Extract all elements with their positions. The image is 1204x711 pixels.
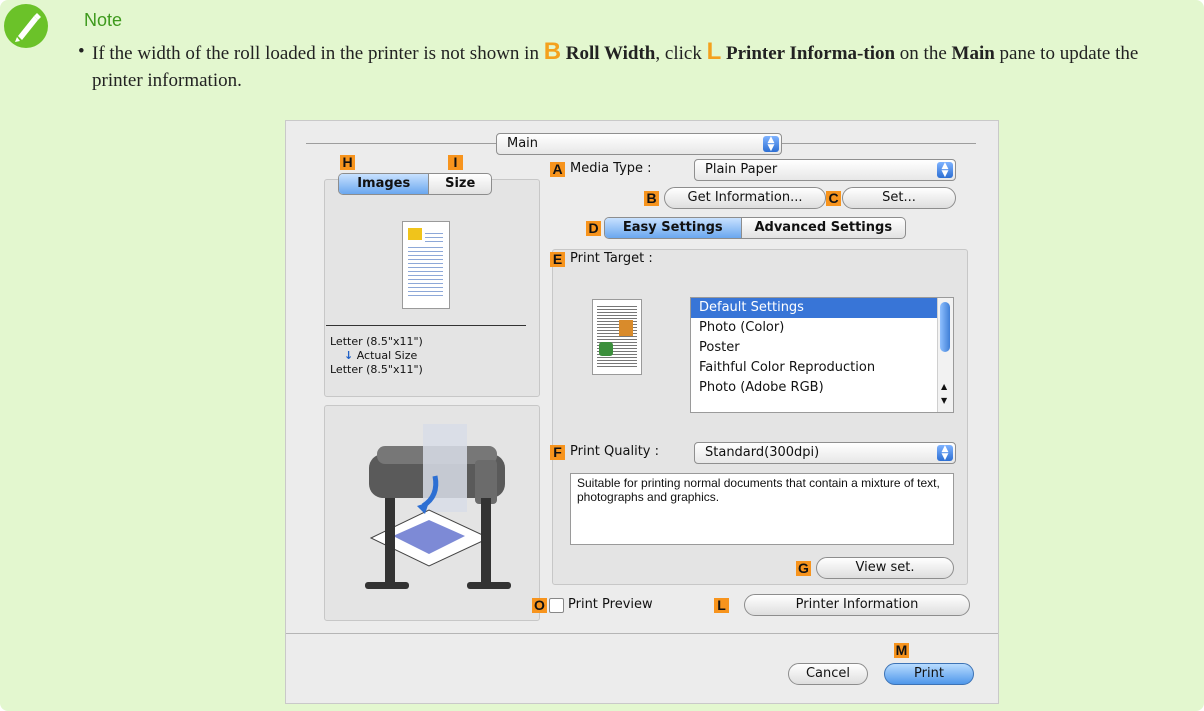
note-title: Note <box>84 10 123 30</box>
print-preview-label: Print Preview <box>568 597 653 612</box>
list-item[interactable]: Photo (Color) <box>691 318 953 338</box>
label-c: C <box>826 191 841 206</box>
note-box: Note • If the width of the roll loaded i… <box>0 0 1204 711</box>
printer-illustration-panel <box>324 405 540 621</box>
scroll-thumb[interactable] <box>940 302 950 352</box>
divider <box>286 633 998 634</box>
label-a: A <box>550 162 565 177</box>
divider <box>780 143 976 144</box>
settings-tabs: Easy Settings Advanced Settings <box>604 217 906 239</box>
roll-width-term: Roll Width <box>565 43 656 64</box>
tab-easy-settings[interactable]: Easy Settings <box>605 218 741 238</box>
scroll-down-icon[interactable]: ▼ <box>941 396 947 405</box>
note-text-part-2: , click <box>655 43 702 64</box>
note-text: • If the width of the roll loaded in the… <box>78 38 1172 94</box>
main-term: Main <box>951 43 995 64</box>
pane-popup-label: Main <box>507 136 539 151</box>
label-l: L <box>714 598 729 613</box>
divider <box>306 143 496 144</box>
down-arrow-icon: ↓ <box>344 349 354 362</box>
print-quality-description: Suitable for printing normal documents t… <box>570 473 954 545</box>
print-quality-label: Print Quality : <box>570 444 660 459</box>
media-type-value: Plain Paper <box>705 162 778 177</box>
media-type-select[interactable]: Plain Paper ▲ ▼ <box>694 159 956 181</box>
printer-information-button[interactable]: Printer Information <box>744 594 970 616</box>
scroll-up-icon[interactable]: ▲ <box>941 382 947 391</box>
note-text-part-1: If the width of the roll loaded in the p… <box>92 43 539 64</box>
label-b: B <box>644 191 659 206</box>
page-thumbnail <box>402 221 450 309</box>
actual-size: Actual Size <box>356 349 418 362</box>
actual-size-row: ↓ Actual Size <box>330 349 423 363</box>
set-button[interactable]: Set... <box>842 187 956 209</box>
label-g: G <box>796 561 811 576</box>
list-item[interactable]: Default Settings <box>691 298 953 318</box>
badge-b: B <box>543 38 562 65</box>
print-quality-select[interactable]: Standard(300dpi) ▲ ▼ <box>694 442 956 464</box>
document-photo <box>599 342 613 356</box>
bullet: • <box>78 41 85 62</box>
list-item[interactable]: Poster <box>691 338 953 358</box>
preview-info: Letter (8.5"x11") ↓ Actual Size Letter (… <box>330 335 423 377</box>
tab-images[interactable]: Images <box>339 174 429 194</box>
printer-illustration <box>365 424 511 589</box>
label-m: M <box>894 642 909 658</box>
label-f: F <box>550 445 565 460</box>
printer-information-term: Printer Informa-tion <box>726 43 896 64</box>
print-preview-checkbox[interactable] <box>549 598 564 613</box>
label-i: I <box>448 155 463 170</box>
label-o: O <box>532 598 547 613</box>
thumb-lines <box>408 244 443 296</box>
paper-in: Letter (8.5"x11") <box>330 335 423 348</box>
list-item[interactable]: Photo (Adobe RGB) <box>691 378 953 398</box>
print-quality-value: Standard(300dpi) <box>705 445 820 460</box>
updown-arrows-icon: ▲ ▼ <box>937 445 953 462</box>
print-target-label: Print Target : <box>570 251 653 266</box>
cancel-button[interactable]: Cancel <box>788 663 868 685</box>
divider <box>326 325 526 326</box>
tab-advanced-settings[interactable]: Advanced Settings <box>740 218 905 238</box>
label-h: H <box>340 155 355 170</box>
print-dialog: Main ▲ ▼ H I Images Size Letter (8.5"x11"… <box>285 120 999 704</box>
list-item[interactable]: Faithful Color Reproduction <box>691 358 953 378</box>
pencil-icon <box>4 4 48 48</box>
document-photo <box>619 320 633 336</box>
thumb-image-icon <box>408 228 422 240</box>
get-information-button[interactable]: Get Information... <box>664 187 826 209</box>
paper-out: Letter (8.5"x11") <box>330 363 423 376</box>
tab-size[interactable]: Size <box>428 174 491 194</box>
print-target-list[interactable]: Default Settings Photo (Color) Poster Fa… <box>690 297 954 413</box>
badge-l: L <box>706 38 722 65</box>
preview-tabs: Images Size <box>338 173 492 195</box>
updown-arrows-icon: ▲ ▼ <box>937 162 953 179</box>
print-button[interactable]: Print <box>884 663 974 685</box>
view-set-button[interactable]: View set. <box>816 557 954 579</box>
target-document-icon <box>592 299 642 375</box>
note-text-part-3: on the <box>899 43 947 64</box>
document-lines <box>597 304 637 368</box>
pane-popup[interactable]: Main ▲ ▼ <box>496 133 782 155</box>
label-e: E <box>550 252 565 267</box>
label-d: D <box>586 221 601 236</box>
list-scrollbar[interactable]: ▲ ▼ <box>937 298 953 412</box>
updown-arrows-icon: ▲ ▼ <box>763 136 779 153</box>
media-type-label: Media Type : <box>570 161 652 176</box>
